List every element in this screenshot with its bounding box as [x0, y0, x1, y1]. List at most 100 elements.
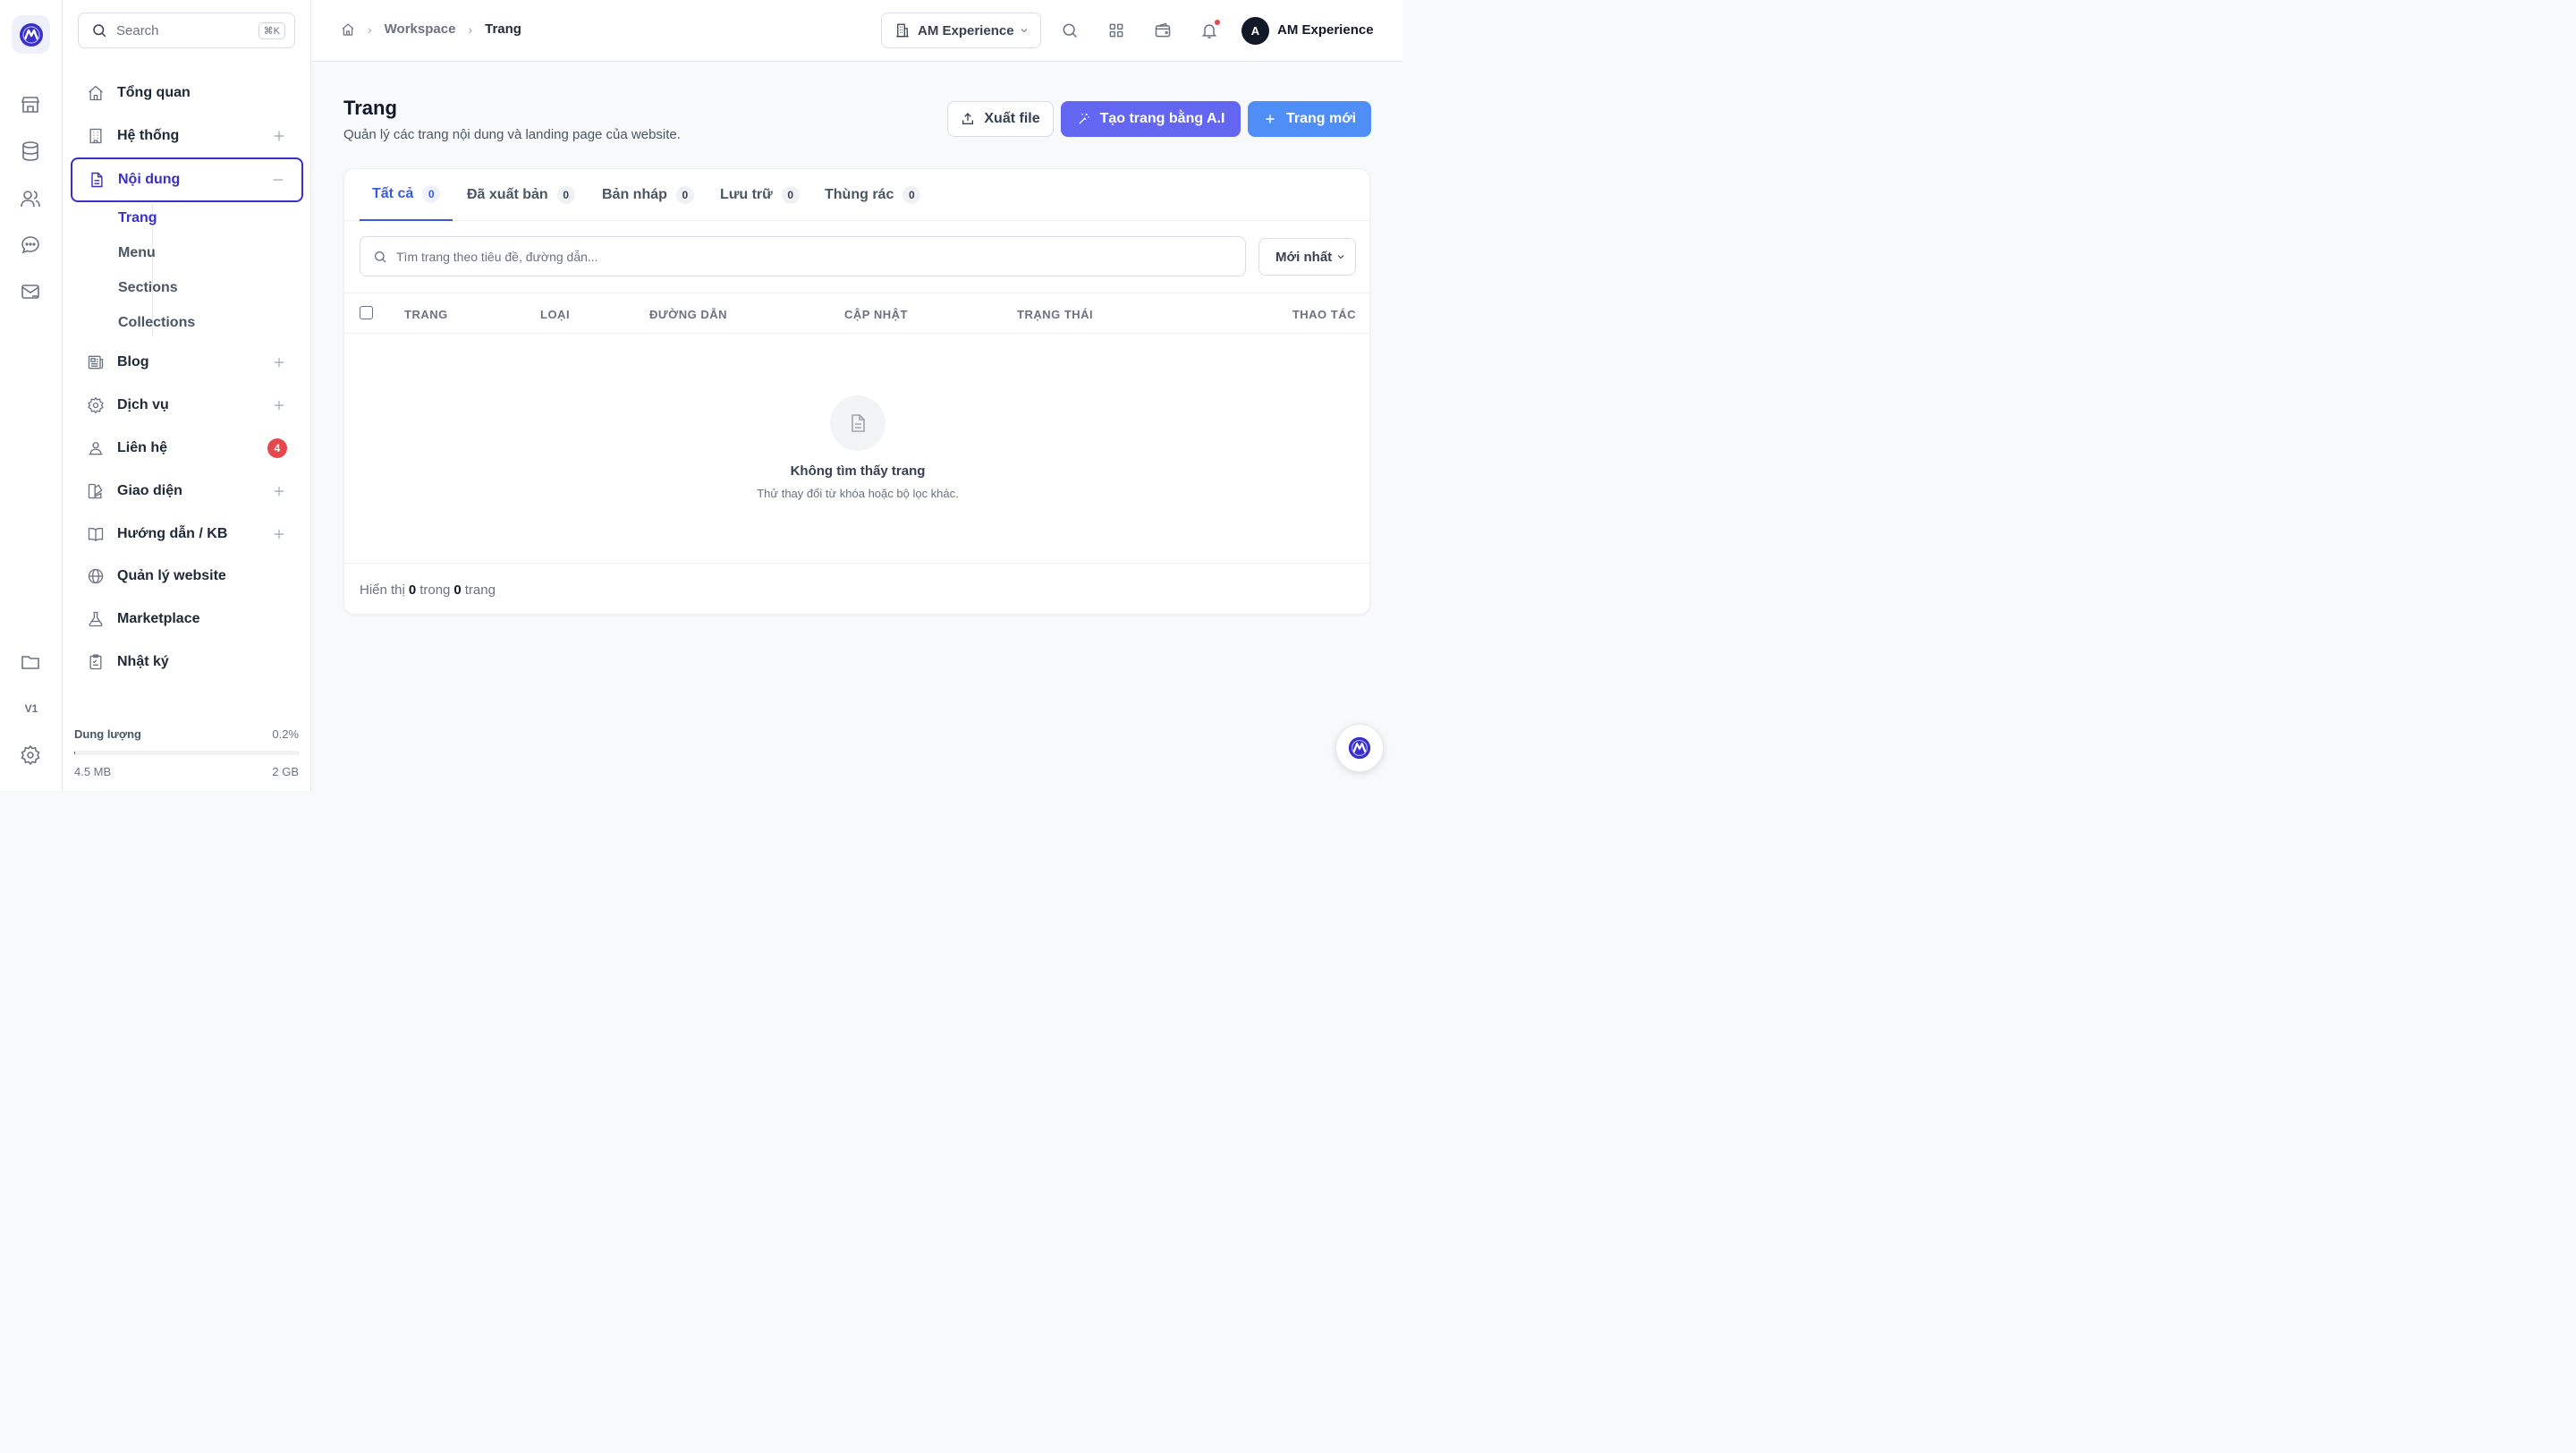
sidebar-item-giao-dien[interactable]: Giao diện	[72, 471, 302, 512]
chat-icon[interactable]	[20, 234, 41, 256]
flask-icon	[89, 611, 103, 627]
tab-draft[interactable]: Bản nháp 0	[602, 169, 694, 221]
home-icon[interactable]	[341, 22, 355, 37]
column-header-type[interactable]: LOẠI	[540, 308, 570, 321]
tab-all[interactable]: Tất cả 0	[360, 169, 453, 221]
sidebar: Search ⌘K Tổng quan Hệ thống Nội dung Tr…	[63, 0, 311, 791]
notification-dot	[1215, 20, 1220, 25]
column-header-page[interactable]: TRANG	[404, 308, 448, 321]
breadcrumb-current: Trang	[485, 21, 521, 37]
tab-count: 0	[902, 186, 921, 204]
new-page-button[interactable]: Trang mới	[1248, 101, 1371, 137]
database-icon[interactable]	[20, 140, 41, 162]
building-icon	[89, 128, 102, 144]
sidebar-item-label: Nhật ký	[117, 654, 169, 669]
page-search-input[interactable]: Tìm trang theo tiêu đề, đường dẫn...	[360, 236, 1246, 276]
avatar[interactable]: A	[1241, 17, 1269, 45]
notification-badge: 4	[267, 438, 287, 458]
tab-count: 0	[675, 186, 694, 204]
chevron-down-icon	[1021, 29, 1028, 33]
search-icon[interactable]	[1061, 21, 1079, 39]
plus-icon[interactable]	[271, 128, 287, 144]
plus-icon[interactable]	[271, 397, 287, 413]
sidebar-item-tong-quan[interactable]: Tổng quan	[72, 72, 302, 114]
mail-icon[interactable]	[20, 281, 41, 302]
sidebar-item-marketplace[interactable]: Marketplace	[72, 599, 302, 640]
storage-label: Dung lượng	[74, 727, 141, 741]
sidebar-item-noi-dung[interactable]: Nội dung	[71, 157, 303, 202]
sidebar-search[interactable]: Search ⌘K	[78, 13, 295, 48]
sidebar-item-label: Blog	[117, 354, 149, 370]
sidebar-item-label: Tổng quan	[117, 85, 191, 100]
search-shortcut: ⌘K	[258, 21, 285, 39]
settings-icon[interactable]	[20, 744, 41, 766]
footer-suffix: trang	[464, 582, 496, 598]
logo-icon	[1348, 736, 1371, 760]
select-all-checkbox[interactable]	[360, 306, 373, 319]
store-icon[interactable]	[20, 94, 41, 115]
minus-icon[interactable]	[270, 172, 286, 188]
page-title: Trang	[343, 97, 397, 119]
subitem-trang[interactable]: Trang	[118, 210, 157, 226]
wallet-icon[interactable]	[1154, 21, 1172, 39]
sidebar-item-lien-he[interactable]: Liên hệ 4	[72, 428, 302, 469]
app-logo[interactable]	[12, 15, 50, 54]
footer-total-count: 0	[453, 582, 462, 598]
tab-label: Đã xuất bản	[467, 187, 548, 202]
column-header-status[interactable]: TRẠNG THÁI	[1017, 308, 1093, 321]
page-subtitle: Quản lý các trang nội dung và landing pa…	[343, 127, 681, 142]
upload-icon	[962, 113, 974, 124]
tab-archived[interactable]: Lưu trữ 0	[720, 169, 800, 221]
document-icon	[91, 172, 103, 188]
column-header-updated[interactable]: CẬP NHẬT	[844, 308, 908, 321]
user-name[interactable]: AM Experience	[1277, 22, 1374, 38]
ai-create-button[interactable]: Tạo trang bằng A.I	[1061, 101, 1241, 137]
footer-shown-count: 0	[408, 582, 417, 598]
sidebar-item-huong-dan[interactable]: Hướng dẫn / KB	[72, 514, 302, 555]
workspace-name: AM Experience	[918, 22, 1014, 38]
plus-icon[interactable]	[271, 483, 287, 499]
top-bar: › Workspace › Trang AM Experience A AM E…	[311, 0, 1402, 62]
sidebar-search-placeholder: Search	[116, 22, 159, 38]
subitem-collections[interactable]: Collections	[118, 315, 195, 331]
sidebar-item-label: Liên hệ	[117, 440, 168, 455]
subitem-sections[interactable]: Sections	[118, 280, 178, 296]
plus-icon[interactable]	[271, 354, 287, 370]
empty-state-title: Không tìm thấy trang	[790, 463, 926, 479]
chevron-right-icon: ›	[468, 21, 473, 37]
breadcrumb-workspace[interactable]: Workspace	[385, 21, 456, 37]
tab-label: Thùng rác	[825, 187, 894, 202]
pages-card: Tất cả 0 Đã xuất bản 0 Bản nháp 0 Lưu tr…	[343, 168, 1371, 615]
sidebar-item-nhat-ky[interactable]: Nhật ký	[72, 642, 302, 683]
subitem-menu[interactable]: Menu	[118, 245, 156, 261]
tab-trash[interactable]: Thùng rác 0	[825, 169, 921, 221]
footer-prefix: Hiển thị	[360, 582, 405, 598]
plus-icon[interactable]	[271, 526, 287, 542]
palette-icon	[88, 483, 103, 499]
tab-published[interactable]: Đã xuất bản 0	[467, 169, 575, 221]
sidebar-item-quan-ly-website[interactable]: Quản lý website	[72, 556, 302, 597]
status-tabs: Tất cả 0 Đã xuất bản 0 Bản nháp 0 Lưu tr…	[344, 169, 1371, 221]
export-button[interactable]: Xuất file	[947, 101, 1054, 137]
column-header-path[interactable]: ĐƯỜNG DẪN	[649, 308, 727, 321]
folder-icon[interactable]	[20, 651, 41, 673]
sidebar-item-label: Dịch vụ	[117, 397, 169, 412]
sidebar-item-blog[interactable]: Blog	[72, 342, 302, 383]
page-search-placeholder: Tìm trang theo tiêu đề, đường dẫn...	[396, 249, 598, 264]
export-label: Xuất file	[984, 111, 1040, 126]
assistant-button[interactable]	[1335, 724, 1384, 772]
tab-label: Lưu trữ	[720, 187, 773, 202]
users-icon[interactable]	[20, 188, 41, 209]
magic-wand-icon	[1078, 114, 1089, 124]
version-label: V1	[24, 702, 38, 715]
breadcrumb: › Workspace › Trang	[341, 21, 521, 37]
workspace-switcher[interactable]: AM Experience	[881, 13, 1041, 48]
grid-icon[interactable]	[1107, 21, 1125, 39]
sidebar-item-label: Giao diện	[117, 483, 182, 498]
chevron-right-icon: ›	[368, 21, 372, 37]
sort-select[interactable]: Mới nhất	[1258, 238, 1356, 276]
storage-total: 2 GB	[272, 765, 299, 778]
sidebar-item-label: Hệ thống	[117, 128, 180, 143]
sidebar-item-dich-vu[interactable]: Dịch vụ	[72, 385, 302, 426]
sidebar-item-he-thong[interactable]: Hệ thống	[72, 115, 302, 157]
